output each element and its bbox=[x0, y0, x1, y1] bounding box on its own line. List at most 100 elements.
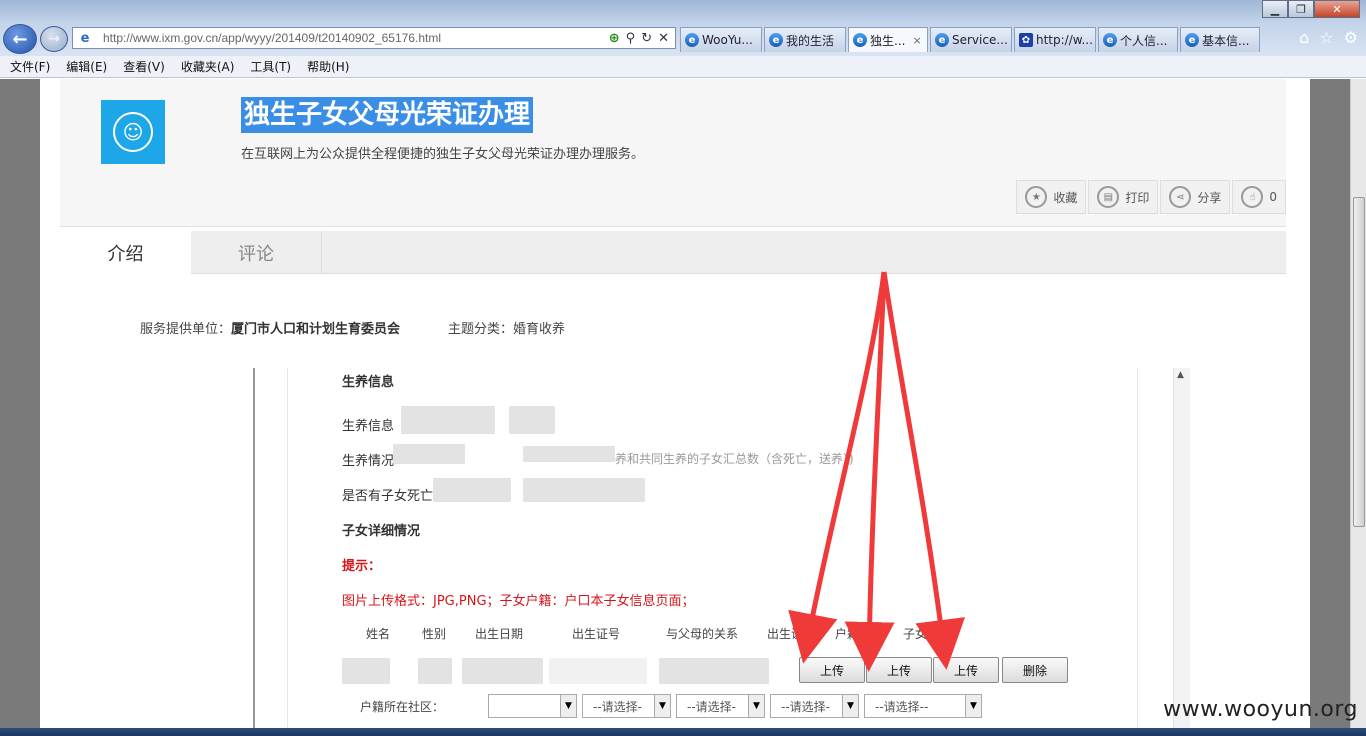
tab-wooyun[interactable]: e WooYu... bbox=[680, 27, 762, 52]
col-gender: 性别 bbox=[422, 627, 447, 641]
col-relationship: 与父母的关系 bbox=[666, 627, 739, 641]
ie-tab-icon: e bbox=[853, 33, 867, 47]
topic-label: 主题分类： bbox=[448, 322, 514, 337]
redacted-value[interactable] bbox=[509, 406, 555, 434]
menu-edit[interactable]: 编辑(E) bbox=[66, 58, 107, 75]
tab-basic-info[interactable]: e 基本信... bbox=[1180, 27, 1260, 52]
redacted-value[interactable] bbox=[393, 444, 465, 464]
field-hint: 养和共同生养的子女汇总数（含死亡，送养）) bbox=[615, 452, 854, 466]
upload-hukou-front-button[interactable]: 上传 bbox=[866, 657, 932, 683]
tab-http[interactable]: ✿ http://w... bbox=[1014, 27, 1096, 52]
ie-page-icon: e bbox=[80, 30, 90, 46]
gender-select[interactable] bbox=[418, 658, 452, 684]
menu-favorites[interactable]: 收藏夹(A) bbox=[181, 58, 235, 75]
browser-tabs: e WooYu... e 我的生活 e 独生... × e Service... ✿ htt… bbox=[680, 27, 1262, 52]
community-select-4[interactable]: --请选择- ▼ bbox=[770, 694, 859, 718]
col-child-hukou: 子女户籍 bbox=[903, 627, 952, 641]
paw-tab-icon: ✿ bbox=[1019, 33, 1033, 47]
field-label-child-death: 是否有子女死亡 bbox=[342, 489, 434, 504]
tip-label: 提示： bbox=[342, 559, 382, 574]
menu-tools[interactable]: 工具(T) bbox=[250, 58, 291, 75]
children-section-title: 子女详细情况 bbox=[342, 524, 421, 539]
watermark: www.wooyun.org bbox=[1163, 697, 1358, 722]
taskbar bbox=[0, 728, 1366, 736]
field-label-raising-status: 生养情况 bbox=[342, 454, 395, 469]
tab-my-life[interactable]: e 我的生活 bbox=[764, 27, 846, 52]
community-select-5[interactable]: --请选择-- ▼ bbox=[864, 694, 982, 718]
page-viewport: ☺ 独生子女父母光荣证办理 在互联网上为公众提供全程便捷的独生子女父母光荣证办理… bbox=[0, 79, 1350, 728]
settings-gear-icon[interactable]: ⚙ bbox=[1344, 28, 1358, 47]
address-bar[interactable]: e http://www.ixm.gov.cn/app/wyyy/201409/… bbox=[72, 27, 676, 49]
name-input[interactable] bbox=[342, 658, 390, 684]
field-label-raising-info: 生养信息 bbox=[342, 419, 395, 434]
like-button[interactable]: ☝ 0 bbox=[1232, 180, 1286, 214]
delete-row-button[interactable]: 删除 bbox=[1002, 657, 1068, 683]
like-count: 0 bbox=[1269, 190, 1277, 204]
favorites-star-icon[interactable]: ☆ bbox=[1319, 28, 1333, 47]
menu-help[interactable]: 帮助(H) bbox=[307, 58, 349, 75]
scrollbar-thumb[interactable] bbox=[1353, 197, 1365, 527]
window-controls: ▁ ❐ ✕ bbox=[1262, 0, 1360, 18]
upload-birth-proof-button[interactable]: 上传 bbox=[799, 657, 865, 683]
tab-personal-info[interactable]: e 个人信... bbox=[1098, 27, 1178, 52]
menu-file[interactable]: 文件(F) bbox=[10, 58, 50, 75]
ie-tab-icon: e bbox=[769, 33, 783, 47]
share-icon: ⋖ bbox=[1169, 186, 1192, 208]
community-select-3[interactable]: --请选择- ▼ bbox=[676, 694, 765, 718]
address-url[interactable]: http://www.ixm.gov.cn/app/wyyy/201409/t2… bbox=[97, 31, 609, 45]
back-button[interactable]: ← bbox=[3, 24, 37, 54]
browser-chrome: ▁ ❐ ✕ ← → e http://www.ixm.gov.cn/app/wy… bbox=[0, 0, 1366, 56]
community-select-2[interactable]: --请选择- ▼ bbox=[582, 694, 671, 718]
col-birth-date: 出生日期 bbox=[475, 627, 524, 641]
chevron-down-icon: ▼ bbox=[748, 695, 764, 717]
maximize-button[interactable]: ❐ bbox=[1288, 0, 1314, 18]
frame-scrollbar[interactable]: ▲ bbox=[1173, 368, 1190, 728]
upload-child-hukou-button[interactable]: 上传 bbox=[933, 657, 999, 683]
birth-date-input[interactable] bbox=[462, 658, 543, 684]
minimize-button[interactable]: ▁ bbox=[1262, 0, 1288, 18]
redacted-value[interactable] bbox=[523, 478, 645, 502]
redacted-value[interactable] bbox=[401, 406, 495, 434]
forward-button[interactable]: → bbox=[40, 26, 68, 52]
col-birth-proof: 出生证明 bbox=[767, 627, 816, 641]
relationship-input[interactable] bbox=[659, 658, 769, 684]
provider-value: 厦门市人口和计划生育委员会 bbox=[231, 322, 401, 337]
redacted-value bbox=[523, 446, 615, 462]
scroll-up-icon[interactable]: ▲ bbox=[1177, 370, 1184, 380]
page-content: ☺ 独生子女父母光荣证办理 在互联网上为公众提供全程便捷的独生子女父母光荣证办理… bbox=[40, 79, 1310, 728]
back-arrow-icon: ← bbox=[12, 28, 28, 50]
print-button[interactable]: ▤ 打印 bbox=[1088, 180, 1159, 214]
birth-cert-input[interactable] bbox=[549, 658, 647, 684]
upload-format-tip: 图片上传格式：JPG,PNG；子女户籍：户口本子女信息页面； bbox=[342, 594, 695, 609]
stop-icon[interactable]: ✕ bbox=[658, 31, 669, 46]
tab-current[interactable]: e 独生... × bbox=[848, 27, 928, 52]
service-header: ☺ 独生子女父母光荣证办理 在互联网上为公众提供全程便捷的独生子女父母光荣证办理… bbox=[60, 79, 1286, 227]
menu-view[interactable]: 查看(V) bbox=[123, 58, 165, 75]
hukou-community-label: 户籍所在社区： bbox=[360, 700, 445, 714]
tab-close-icon[interactable]: × bbox=[912, 34, 921, 47]
tab-service[interactable]: e Service... bbox=[930, 27, 1012, 52]
menu-bar: 文件(F) 编辑(E) 查看(V) 收藏夹(A) 工具(T) 帮助(H) bbox=[0, 56, 1366, 78]
col-birth-cert-no: 出生证号 bbox=[572, 627, 621, 641]
home-icon[interactable]: ⌂ bbox=[1299, 28, 1309, 47]
refresh-icon[interactable]: ↻ bbox=[641, 31, 652, 46]
search-icon[interactable]: ⚲ bbox=[626, 31, 636, 46]
page-title: 独生子女父母光荣证办理 bbox=[241, 97, 534, 133]
thumbs-up-icon: ☝ bbox=[1241, 186, 1264, 208]
community-select-1[interactable]: ▼ bbox=[488, 694, 577, 718]
tab-comments[interactable]: 评论 bbox=[191, 231, 322, 274]
window-scrollbar[interactable] bbox=[1350, 79, 1366, 728]
print-icon: ▤ bbox=[1097, 186, 1120, 208]
favorite-button[interactable]: ★ 收藏 bbox=[1016, 180, 1087, 214]
forward-arrow-icon: → bbox=[48, 31, 60, 47]
col-hukou-front: 户籍首页 bbox=[835, 627, 884, 641]
tab-intro[interactable]: 介绍 bbox=[60, 231, 191, 274]
chevron-down-icon: ▼ bbox=[842, 695, 858, 717]
user-card-icon: ☺ bbox=[113, 112, 153, 152]
ie-tab-icon: e bbox=[935, 33, 949, 47]
redacted-value[interactable] bbox=[433, 478, 511, 502]
ie-tab-icon: e bbox=[1103, 33, 1117, 47]
share-button[interactable]: ⋖ 分享 bbox=[1160, 180, 1231, 214]
window-close-button[interactable]: ✕ bbox=[1314, 0, 1360, 18]
compatibility-icon[interactable]: ⊕ bbox=[609, 31, 620, 46]
